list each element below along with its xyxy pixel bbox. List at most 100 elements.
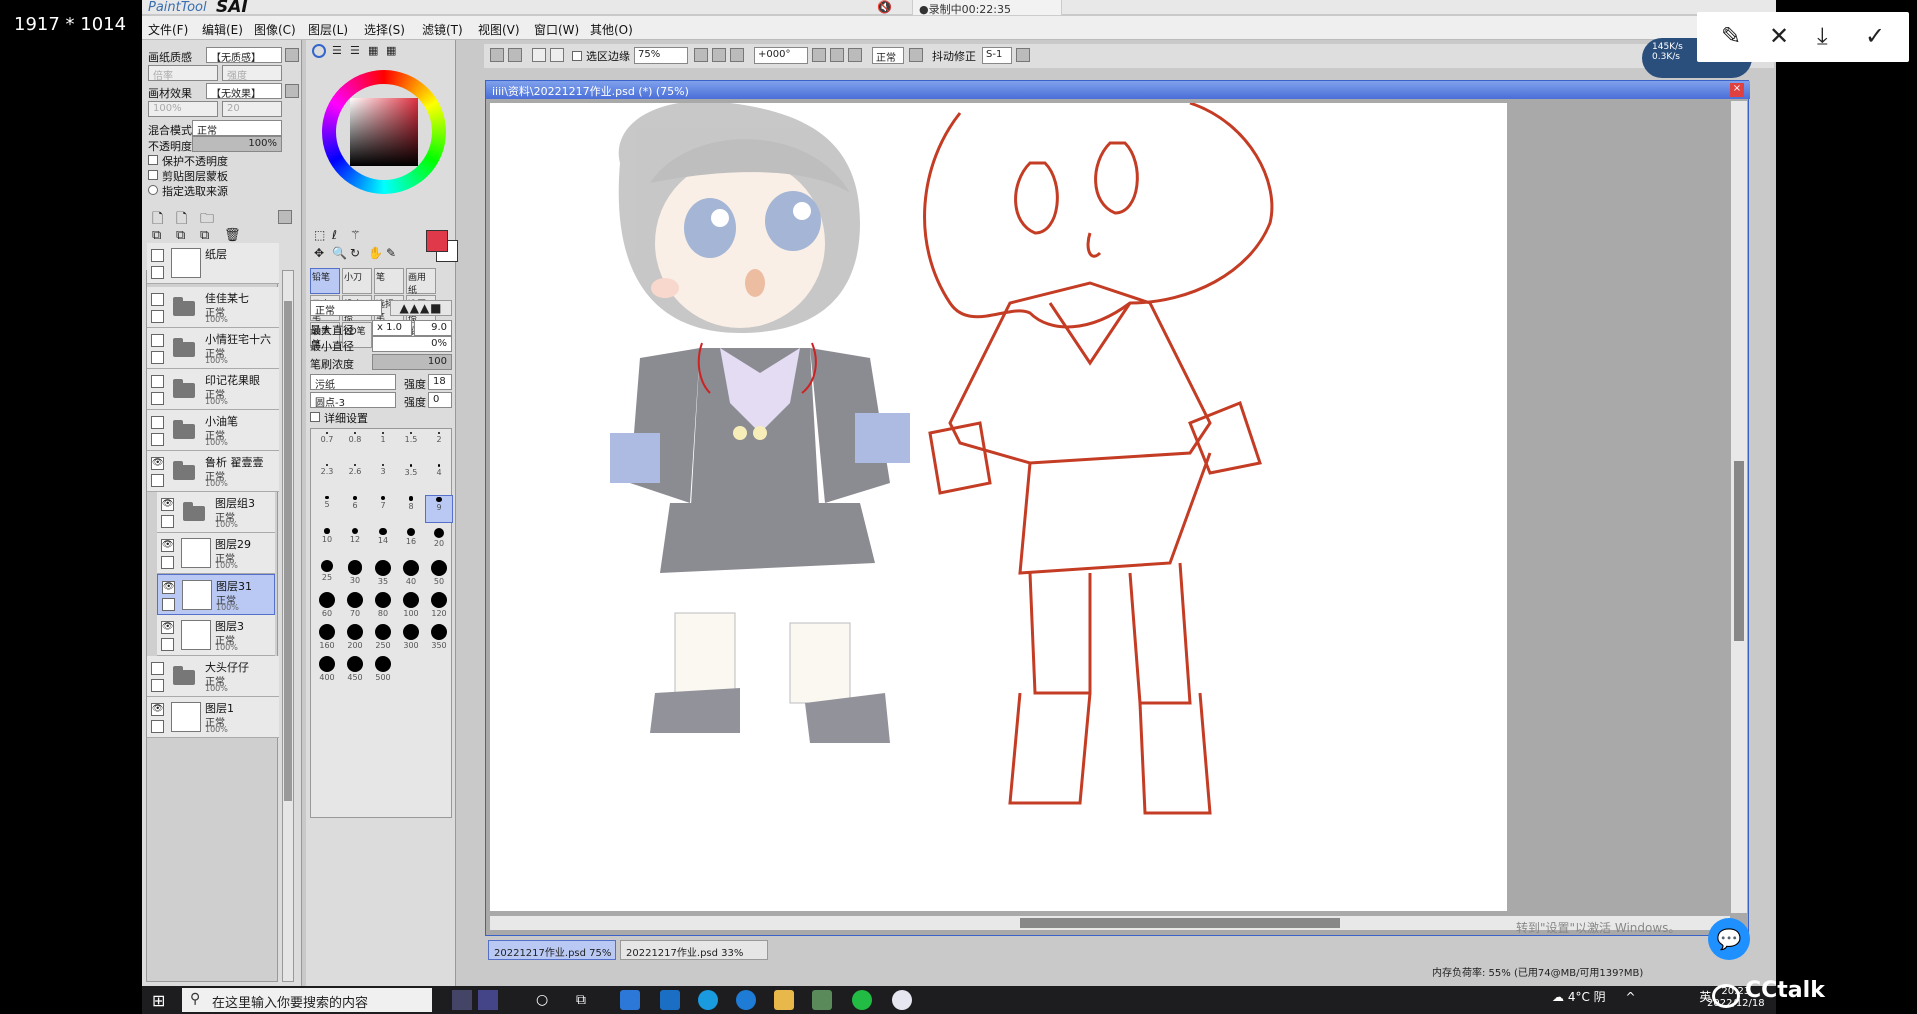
layer-lock-icon[interactable] <box>161 515 174 528</box>
chat-icon[interactable]: 💬 <box>1708 918 1750 960</box>
brush-size-option[interactable]: 25 <box>313 559 341 587</box>
brush-size-option[interactable]: 50 <box>425 559 453 587</box>
foreground-color-swatch[interactable] <box>426 230 448 252</box>
rotate-icon[interactable]: ↻ <box>350 246 360 260</box>
layer-item[interactable]: 👁 图层31 正常 100% <box>157 574 275 615</box>
brush-size-option[interactable]: 200 <box>341 623 369 651</box>
zoom-icon[interactable]: 🔍 <box>332 246 347 260</box>
brush-size-option[interactable]: 5 <box>313 495 341 523</box>
menu-image[interactable]: 图像(C) <box>254 21 296 38</box>
menu-file[interactable]: 文件(F) <box>148 21 188 38</box>
brush-size-option[interactable]: 350 <box>425 623 453 651</box>
layer-list-scrollbar[interactable] <box>282 270 294 982</box>
zoom-select[interactable]: 75% <box>634 47 688 64</box>
close-icon[interactable]: ✕ <box>1769 22 1789 50</box>
layer-visibility-icon[interactable] <box>151 293 164 306</box>
brush-size-option[interactable]: 16 <box>397 527 425 555</box>
tray-up-icon[interactable]: ^ <box>1626 990 1636 1004</box>
brush-size-option[interactable]: 0.8 <box>341 431 369 459</box>
undo-button[interactable] <box>490 48 504 62</box>
layer-visibility-icon[interactable]: 👁 <box>162 581 175 594</box>
paper-effect-button[interactable] <box>285 84 299 98</box>
layer-lock-icon[interactable] <box>151 474 164 487</box>
layer-visibility-icon[interactable] <box>151 416 164 429</box>
brush-mode-select[interactable]: 正常 <box>310 300 382 317</box>
layer-item[interactable]: 佳佳某七 正常 100% <box>147 287 279 328</box>
cctalk-taskbar-icon[interactable] <box>892 990 912 1010</box>
clipping-mask-checkbox[interactable] <box>148 170 158 180</box>
brush-size-option[interactable]: 80 <box>369 591 397 619</box>
wechat-icon[interactable] <box>852 990 872 1010</box>
paper-effect-select[interactable]: 【无效果】 <box>206 83 282 100</box>
tool-button[interactable]: 小刀 <box>342 268 372 294</box>
brush-size-option[interactable]: 500 <box>369 655 397 683</box>
layer-item[interactable]: 👁 图层3 正常 100% <box>157 615 275 656</box>
zoom-reset-button[interactable] <box>730 48 744 62</box>
brush-size-option[interactable]: 6 <box>341 495 369 523</box>
lasso-icon[interactable]: ℓ <box>332 228 337 242</box>
paper-strength-value[interactable]: 18 <box>428 374 452 390</box>
brush-size-option[interactable]: 8 <box>397 495 425 523</box>
layer-item[interactable]: 大头仔仔 正常 100% <box>147 656 279 697</box>
tool-button[interactable]: 画用纸 <box>406 268 436 296</box>
menu-filter[interactable]: 滤镜(T) <box>422 21 463 38</box>
brush-size-option[interactable]: 20 <box>425 527 453 555</box>
stabilizer-button[interactable] <box>1016 48 1030 62</box>
layer-item[interactable]: 👁 图层组3 正常 100% <box>157 492 275 533</box>
selection-source-checkbox[interactable] <box>148 185 158 195</box>
sai-taskbar-icon[interactable] <box>812 990 832 1010</box>
brush-size-option[interactable]: 1.5 <box>397 431 425 459</box>
brush-size-option[interactable]: 3.5 <box>397 463 425 491</box>
canvas-vertical-scrollbar[interactable] <box>1731 101 1747 913</box>
vscroll-thumb[interactable] <box>1734 461 1744 641</box>
brush-size-option[interactable]: 1 <box>369 431 397 459</box>
layer-visibility-icon[interactable]: 👁 <box>161 621 174 634</box>
brush-shape-select[interactable]: 圆点-3 <box>310 392 396 409</box>
brush-size-option[interactable]: 12 <box>341 527 369 555</box>
brush-edge-selector[interactable]: ▲▲▲■ <box>390 300 452 316</box>
brush-size-option[interactable]: 450 <box>341 655 369 683</box>
menu-other[interactable]: 其他(O) <box>590 21 633 38</box>
paper-texture-button[interactable] <box>285 48 299 62</box>
store-icon[interactable] <box>620 990 640 1010</box>
brush-size-option[interactable]: 2.3 <box>313 463 341 491</box>
stabilizer-select[interactable]: S-1 <box>982 47 1012 64</box>
brush-size-option[interactable]: 100 <box>397 591 425 619</box>
canvas-close-icon[interactable]: × <box>1730 83 1744 97</box>
layer-lock-icon[interactable] <box>151 351 164 364</box>
brush-size-option[interactable]: 250 <box>369 623 397 651</box>
blend-mode-select[interactable]: 正常 <box>192 120 282 137</box>
ie-icon[interactable] <box>736 990 756 1010</box>
brush-size-option[interactable]: 300 <box>397 623 425 651</box>
selection-edge-checkbox[interactable] <box>572 51 582 61</box>
layer-lock-icon[interactable] <box>151 720 164 733</box>
paper-texture-select[interactable]: 【无质感】 <box>206 47 282 64</box>
hand-icon[interactable]: ✋ <box>368 246 383 260</box>
merge-down-icon[interactable]: ⧉ <box>152 228 161 243</box>
taskbar-search-input[interactable]: 在这里输入你要搜索的内容 <box>182 988 432 1012</box>
brush-size-option[interactable]: 70 <box>341 591 369 619</box>
rotation-select[interactable]: +000° <box>754 47 808 64</box>
effect-strength-field[interactable]: 20 <box>222 101 282 117</box>
zoom-in-button[interactable] <box>712 48 726 62</box>
brush-size-option[interactable]: 0.7 <box>313 431 341 459</box>
max-size-value[interactable]: 9.0 <box>414 320 452 336</box>
menu-layer[interactable]: 图层(L) <box>308 21 348 38</box>
layer-visibility-icon[interactable]: 👁 <box>151 457 164 470</box>
texture-strength-field[interactable]: 强度 <box>222 65 282 82</box>
paper-texture-brush-select[interactable]: 污纸 <box>310 374 396 391</box>
layer-scroll-thumb[interactable] <box>284 301 292 801</box>
tool-button[interactable]: 笔 <box>374 268 404 294</box>
brush-size-option[interactable]: 2 <box>425 431 453 459</box>
download-icon[interactable]: ⤓ <box>1817 22 1828 50</box>
edge-icon[interactable] <box>698 990 718 1010</box>
brush-size-option[interactable]: 120 <box>425 591 453 619</box>
layer-visibility-icon[interactable]: 👁 <box>161 539 174 552</box>
brush-density-slider[interactable]: 100 <box>372 354 452 370</box>
tab-document-1[interactable]: 20221217作业.psd 75% <box>488 940 616 960</box>
rgb-slider-icon[interactable]: ☰ <box>332 44 342 57</box>
zoom-out-button[interactable] <box>694 48 708 62</box>
layer-visibility-icon[interactable] <box>151 334 164 347</box>
task-view-icon[interactable]: ○ <box>536 992 548 1008</box>
menu-edit[interactable]: 编辑(E) <box>202 21 243 38</box>
